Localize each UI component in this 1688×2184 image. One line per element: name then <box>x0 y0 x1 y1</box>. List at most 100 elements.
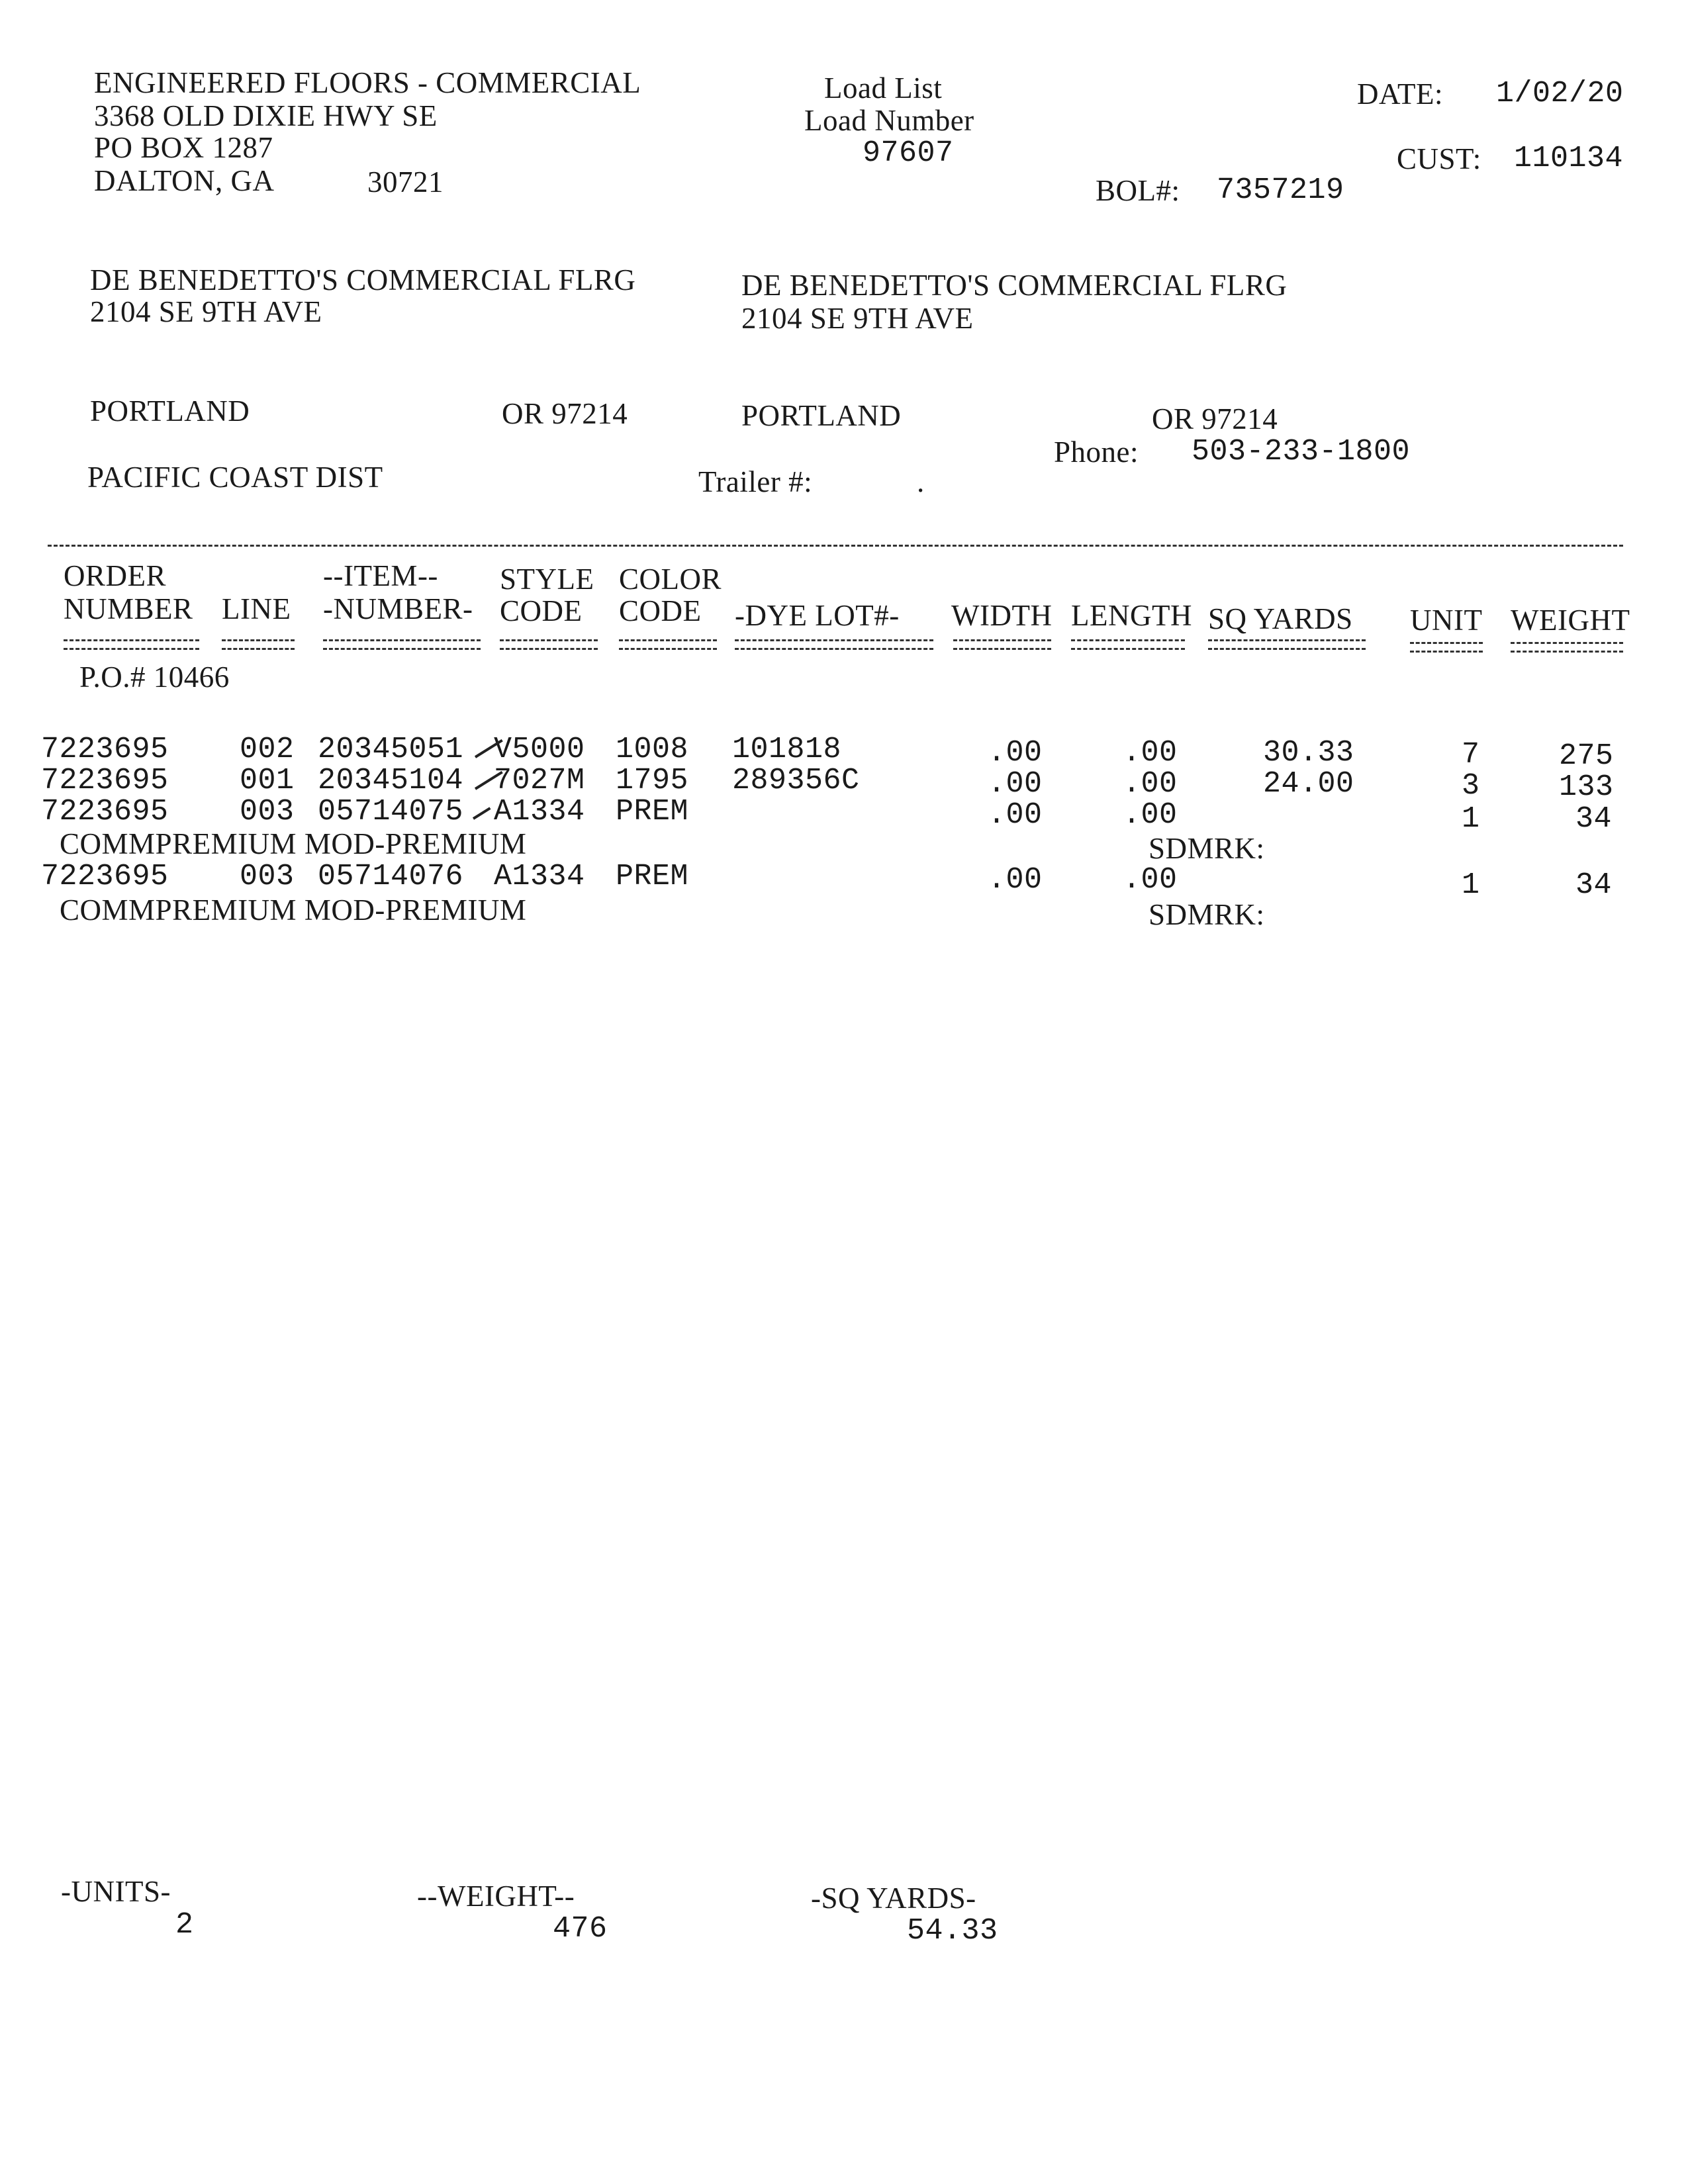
sold-to-address: 2104 SE 9TH AVE <box>90 295 322 328</box>
underline-color <box>619 639 717 650</box>
col-header-style-1: STYLE <box>500 563 594 596</box>
col-header-color-1: COLOR <box>619 563 722 596</box>
cell-style: V5000 <box>494 733 585 766</box>
ship-to-state-zip: OR 97214 <box>1152 402 1278 435</box>
cell-line: 003 <box>240 860 295 893</box>
ship-to-phone-label: Phone: <box>1054 435 1139 469</box>
cell-weight: 275 <box>1559 739 1614 773</box>
cell-unit: 1 <box>1462 868 1480 902</box>
trailer-value: . <box>917 465 925 498</box>
date-value: 1/02/20 <box>1496 77 1624 111</box>
cell-color: PREM <box>616 795 689 829</box>
doc-title: Load List <box>824 71 943 105</box>
col-header-item-1: --ITEM-- <box>323 559 438 592</box>
ship-to-phone: 503-233-1800 <box>1192 435 1411 469</box>
company-address-line1: 3368 OLD DIXIE HWY SE <box>94 99 438 132</box>
cell-style: 7027M <box>494 764 585 797</box>
ship-to-name: DE BENEDETTO'S COMMERCIAL FLRG <box>741 269 1288 302</box>
underline-weight <box>1511 642 1623 653</box>
cell-unit: 7 <box>1462 738 1480 772</box>
col-header-color-2: CODE <box>619 594 702 627</box>
cust-label: CUST: <box>1397 142 1481 175</box>
cust-value: 110134 <box>1514 142 1624 175</box>
cell-width: .00 <box>988 798 1043 832</box>
total-weight-value: 476 <box>553 1912 608 1946</box>
cell-width: .00 <box>988 736 1043 770</box>
cell-weight: 34 <box>1575 868 1613 902</box>
underline-length <box>1071 639 1185 650</box>
cell-line: 001 <box>240 764 295 797</box>
sold-to-name: DE BENEDETTO'S COMMERCIAL FLRG <box>90 263 636 296</box>
cell-line: 002 <box>240 733 295 766</box>
cell-sq-yards: 24.00 <box>1263 767 1354 801</box>
ship-to-city: PORTLAND <box>741 399 902 432</box>
cell-width: .00 <box>988 767 1043 801</box>
cell-order: 7223695 <box>41 795 169 829</box>
cell-length: .00 <box>1123 767 1178 801</box>
col-header-order-1: ORDER <box>64 559 167 592</box>
checkmark-icon <box>472 807 491 820</box>
cell-style: A1334 <box>494 860 585 893</box>
col-header-line: LINE <box>222 592 291 625</box>
col-header-dye-lot: -DYE LOT#- <box>735 599 900 632</box>
underline-unit <box>1410 642 1483 653</box>
col-header-sq-yards: SQ YARDS <box>1208 602 1353 635</box>
underline-item <box>323 639 481 650</box>
total-sq-yards-value: 54.33 <box>907 1914 998 1948</box>
col-header-weight: WEIGHT <box>1511 604 1630 637</box>
bol-value: 7357219 <box>1217 173 1344 207</box>
cell-item: 20345051 <box>318 733 464 766</box>
total-units-label: -UNITS- <box>61 1875 171 1908</box>
header-divider <box>48 545 1623 547</box>
cell-color: 1795 <box>616 764 689 797</box>
cell-dye-lot: 289356C <box>732 764 860 797</box>
company-address-line2: PO BOX 1287 <box>94 131 273 164</box>
cell-item: 05714076 <box>318 860 464 893</box>
cell-color: 1008 <box>616 733 689 766</box>
cell-item: 20345104 <box>318 764 464 797</box>
cell-order: 7223695 <box>41 860 169 893</box>
load-number-value: 97607 <box>863 136 954 170</box>
total-units-value: 2 <box>175 1908 194 1942</box>
cell-order: 7223695 <box>41 764 169 797</box>
sold-to-city: PORTLAND <box>90 394 250 428</box>
carrier-name: PACIFIC COAST DIST <box>87 461 383 494</box>
cell-length: .00 <box>1123 798 1178 832</box>
cell-sdmrk: SDMRK: <box>1149 898 1265 931</box>
total-sq-yards-label: -SQ YARDS- <box>811 1882 976 1915</box>
cell-description: COMMPREMIUM MOD-PREMIUM <box>60 893 527 927</box>
cell-length: .00 <box>1123 863 1178 897</box>
cell-weight: 34 <box>1575 802 1613 836</box>
cell-line: 003 <box>240 795 295 829</box>
cell-style: A1334 <box>494 795 585 829</box>
cell-description: COMMPREMIUM MOD-PREMIUM <box>60 827 527 860</box>
underline-width <box>953 639 1051 650</box>
load-number-label: Load Number <box>804 104 974 137</box>
bol-label: BOL#: <box>1096 174 1180 207</box>
cell-color: PREM <box>616 860 689 893</box>
company-name: ENGINEERED FLOORS - COMMERCIAL <box>94 66 641 99</box>
company-zip: 30721 <box>367 165 444 199</box>
col-header-length: LENGTH <box>1071 599 1192 632</box>
underline-line <box>222 639 295 650</box>
po-number: P.O.# 10466 <box>79 660 230 694</box>
col-header-style-2: CODE <box>500 594 583 627</box>
cell-unit: 1 <box>1462 802 1480 836</box>
col-header-item-2: -NUMBER- <box>323 592 473 625</box>
ship-to-address: 2104 SE 9TH AVE <box>741 302 974 335</box>
cell-width: .00 <box>988 863 1043 897</box>
col-header-unit: UNIT <box>1410 604 1483 637</box>
trailer-label: Trailer #: <box>698 465 813 498</box>
cell-sdmrk: SDMRK: <box>1149 832 1265 865</box>
cell-unit: 3 <box>1462 769 1480 803</box>
cell-weight: 133 <box>1559 770 1614 804</box>
col-header-order-2: NUMBER <box>64 592 193 625</box>
cell-sq-yards: 30.33 <box>1263 736 1354 770</box>
underline-sq-yards <box>1208 639 1366 650</box>
underline-dye-lot <box>735 639 933 650</box>
col-header-width: WIDTH <box>951 599 1053 632</box>
cell-order: 7223695 <box>41 733 169 766</box>
cell-item: 05714075 <box>318 795 464 829</box>
cell-dye-lot: 101818 <box>732 733 842 766</box>
date-label: DATE: <box>1357 77 1443 111</box>
